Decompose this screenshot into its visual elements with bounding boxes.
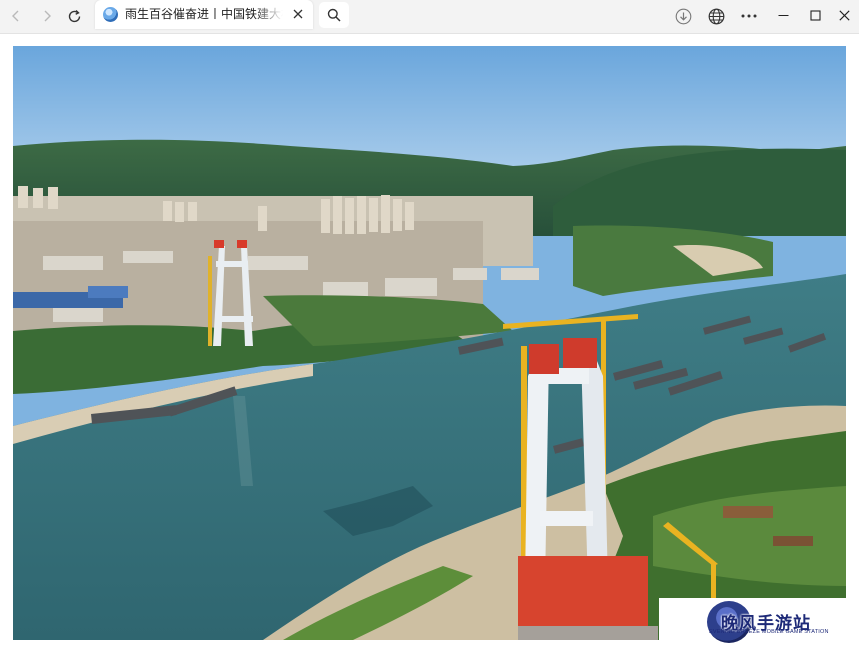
browser-titlebar: 雨生百谷催奋进丨中国铁建大桥 [0,0,859,34]
maximize-icon[interactable] [800,3,830,27]
browser-tab[interactable]: 雨生百谷催奋进丨中国铁建大桥 [95,0,313,29]
download-icon[interactable] [672,5,694,27]
more-icon[interactable] [738,5,760,27]
search-button[interactable] [319,2,349,28]
search-icon [327,8,341,22]
globe-icon[interactable] [705,5,727,27]
close-window-icon[interactable] [829,3,859,27]
minimize-icon[interactable] [768,3,798,27]
tab-title: 雨生百谷催奋进丨中国铁建大桥 [125,7,283,21]
close-icon[interactable] [289,5,307,23]
arrow-right-icon[interactable] [35,5,59,27]
article-photo [13,46,846,640]
watermark-subtitle: EVENING BREEZE MOBILE GAME STATION [709,629,829,635]
tab-favicon-icon [103,7,118,22]
watermark: 晚风手游站 EVENING BREEZE MOBILE GAME STATION [659,598,859,648]
refresh-icon[interactable] [62,5,86,27]
arrow-left-icon[interactable] [4,5,28,27]
